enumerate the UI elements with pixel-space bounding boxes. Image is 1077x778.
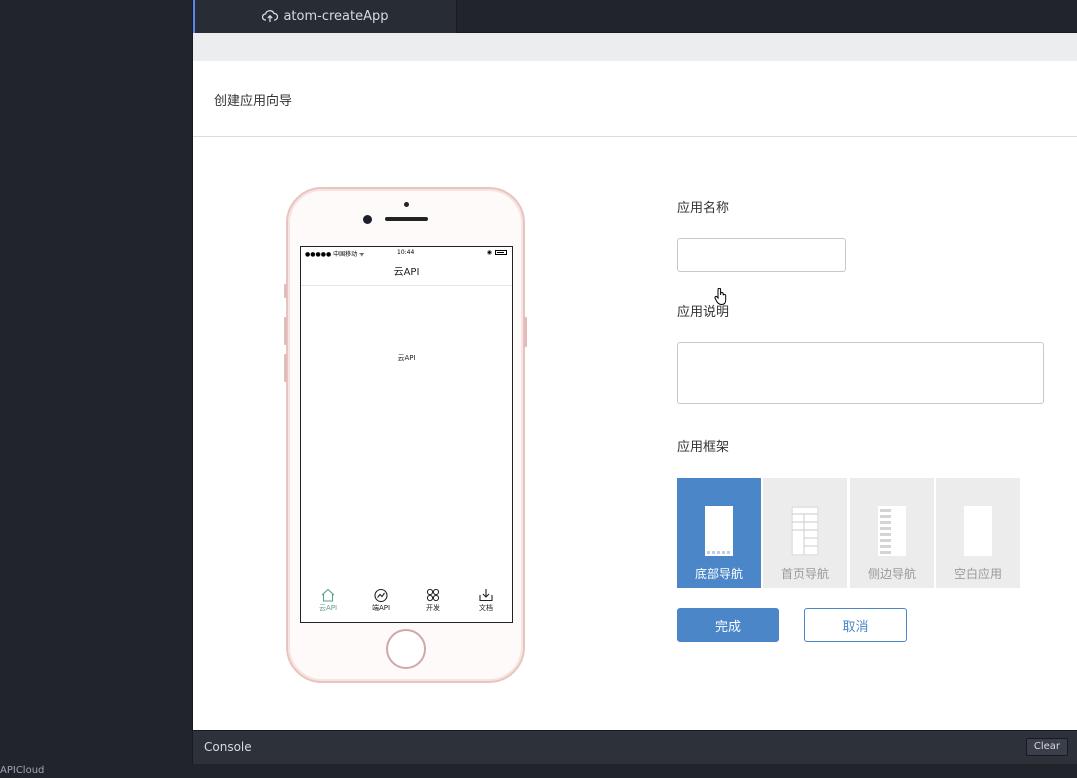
wizard-panel: 创建应用向导 ●●●●● 中国移动 ᯤ 10:44 ◉ 云API 云API 云A…: [193, 33, 1077, 730]
phone-home-button: [386, 629, 426, 669]
phone-tab-cloud-api[interactable]: 云API: [308, 588, 348, 613]
alarm-icon: ◉: [486, 249, 492, 256]
phone-tab-device-api[interactable]: 端API: [361, 588, 401, 613]
phone-tab-label: 开发: [426, 604, 440, 612]
home-icon: [321, 588, 335, 602]
panel-top-band: [193, 33, 1077, 61]
phone-power-button: [524, 317, 527, 347]
phone-volume-up: [284, 317, 287, 345]
app-name-label: 应用名称: [677, 201, 730, 216]
phone-content-text: 云API: [397, 354, 416, 362]
frame-option-home-nav[interactable]: 首页导航: [763, 478, 847, 588]
frame-option-side-nav[interactable]: 侧边导航: [850, 478, 934, 588]
app-frame-label: 应用框架: [677, 440, 730, 455]
bottom-nav-thumbnail-icon: [705, 506, 733, 556]
phone-tab-docs[interactable]: 文档: [466, 588, 506, 613]
cloud-upload-icon: [262, 10, 279, 22]
frame-option-bottom-nav[interactable]: 底部导航: [677, 478, 761, 588]
carrier-text: ●●●●● 中国移动 ᯤ: [305, 251, 365, 258]
grid-icon: [426, 588, 440, 602]
wizard-header: 创建应用向导: [193, 61, 1077, 137]
tab-atom-createapp[interactable]: atom-createApp: [193, 0, 457, 33]
gauge-icon: [374, 588, 388, 602]
phone-status-bar: ●●●●● 中国移动 ᯤ 10:44 ◉: [301, 247, 512, 259]
phone-sensor: [404, 202, 409, 207]
side-nav-thumbnail-icon: [878, 506, 906, 556]
phone-nav-title: 云API: [393, 267, 420, 278]
phone-camera: [363, 215, 372, 224]
wizard-title: 创建应用向导: [214, 94, 293, 109]
phone-tab-bar: 云API 端API 开发 文档: [301, 588, 512, 622]
tab-label: atom-createApp: [283, 9, 389, 24]
phone-tab-label: 云API: [318, 604, 338, 612]
blank-app-thumbnail-icon: [964, 506, 992, 556]
home-nav-thumbnail-icon: [791, 506, 819, 556]
frame-option-label: 首页导航: [780, 567, 829, 581]
frame-option-label: 侧边导航: [867, 567, 916, 581]
app-desc-textarea[interactable]: [677, 342, 1044, 404]
left-sidebar: [0, 0, 193, 778]
phone-tab-develop[interactable]: 开发: [413, 588, 453, 613]
console-bar: Console Clear: [193, 730, 1077, 764]
phone-volume-down: [284, 354, 287, 382]
console-clear-button[interactable]: Clear: [1025, 738, 1068, 756]
app-name-input[interactable]: [677, 238, 846, 272]
phone-nav-divider: [301, 285, 512, 286]
cancel-button[interactable]: 取消: [804, 608, 907, 642]
phone-mute-switch: [284, 284, 287, 298]
console-label: Console: [204, 740, 252, 754]
finish-button[interactable]: 完成: [677, 608, 779, 642]
frame-option-label: 底部导航: [694, 567, 743, 581]
phone-screen: ●●●●● 中国移动 ᯤ 10:44 ◉ 云API 云API 云API 端API: [300, 246, 513, 623]
clock-text: 10:44: [397, 249, 415, 256]
frame-option-blank-app[interactable]: 空白应用: [936, 478, 1020, 588]
tab-bar: atom-createApp: [193, 0, 1077, 33]
phone-speaker: [385, 217, 428, 221]
phone-preview: ●●●●● 中国移动 ᯤ 10:44 ◉ 云API 云API 云API 端API: [284, 187, 527, 683]
download-icon: [479, 589, 493, 602]
phone-tab-label: 端API: [371, 604, 391, 612]
phone-tab-label: 文档: [479, 604, 493, 612]
frame-option-label: 空白应用: [953, 567, 1002, 581]
status-bar: APICloud: [0, 764, 1077, 778]
hand-cursor-icon: [714, 287, 728, 310]
battery-icon: [495, 250, 507, 255]
